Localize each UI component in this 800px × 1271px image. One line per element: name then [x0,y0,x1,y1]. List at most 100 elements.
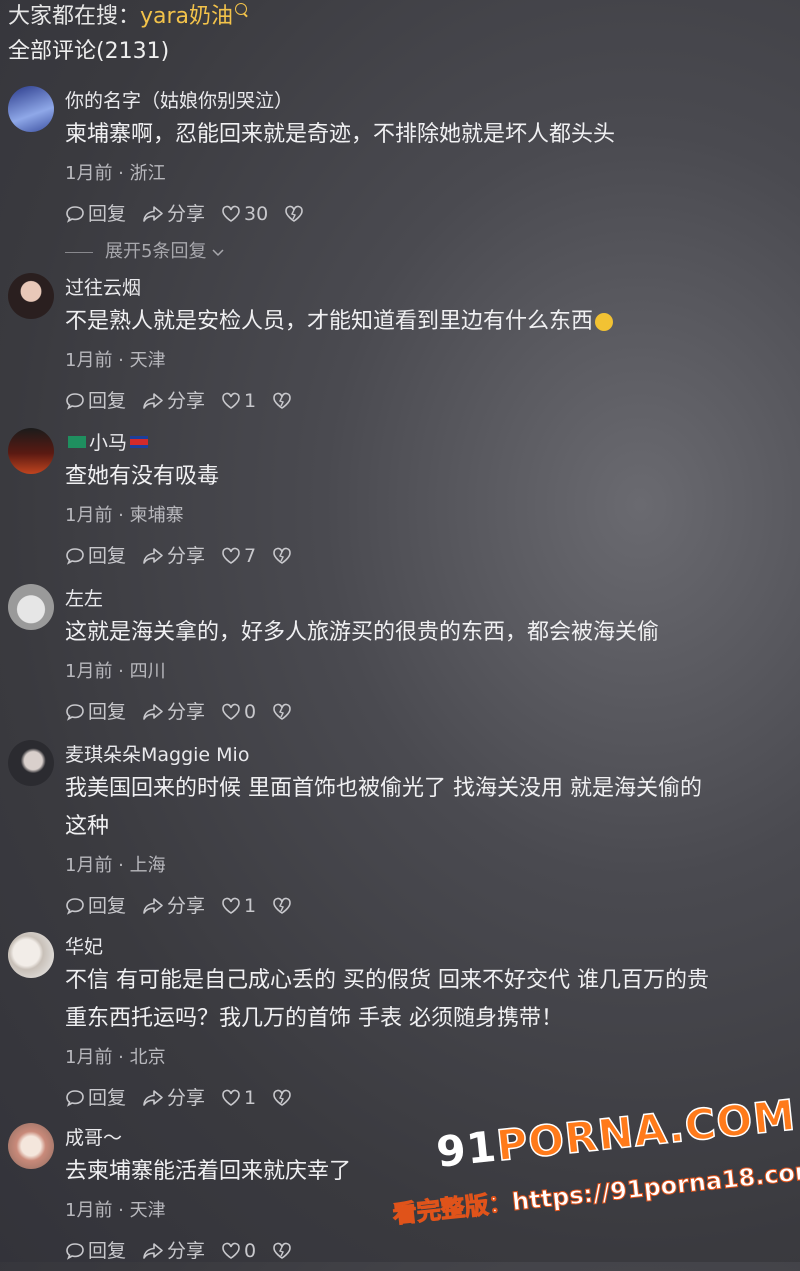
comment-username-text: 小马 [89,432,128,454]
cambodia-flag-icon [130,435,149,448]
comment-username[interactable]: 麦琪朵朵Maggie Mio [65,740,790,770]
comment-meta: 1月前 · 浙江 [65,163,166,184]
trending-search[interactable]: 大家都在搜：yara奶油 [8,0,792,34]
share-button[interactable]: 分享 [142,381,205,421]
avatar[interactable] [8,273,54,319]
comment-text-line: 这种 [65,814,110,839]
broken-heart-icon [273,1242,291,1259]
comment-text: 不信 有可能是自己成心丢的 买的假货 回来不好交代 谁几百万的贵 重东西托运吗？… [65,962,790,1038]
like-count: 7 [244,545,257,567]
comment-actions: 回复 分享 7 [65,536,790,576]
comment-meta: 1月前 · 四川 [65,661,166,682]
reply-label: 回复 [88,545,127,567]
share-label: 分享 [167,203,206,225]
reply-button[interactable]: 回复 [65,536,126,576]
like-count: 1 [244,1087,257,1109]
share-button[interactable]: 分享 [142,194,205,234]
heart-icon [222,1242,240,1259]
like-count: 30 [244,203,269,225]
comment-text: 不是熟人就是安检人员，才能知道看到里边有什么东西 [65,303,790,341]
chevron-down-icon [212,249,224,257]
dislike-button[interactable] [272,547,295,565]
broken-heart-icon [273,897,291,914]
reply-label: 回复 [88,701,127,723]
share-label: 分享 [167,545,206,567]
avatar[interactable] [8,584,54,630]
share-button[interactable]: 分享 [142,692,205,732]
reply-button[interactable]: 回复 [65,692,126,732]
reply-icon [66,1090,84,1107]
share-button[interactable]: 分享 [142,1078,205,1118]
comment-actions: 回复 分享 1 [65,381,790,421]
reply-label: 回复 [88,895,127,917]
search-icon[interactable] [235,3,248,15]
broken-heart-icon [273,1089,291,1106]
reply-button[interactable]: 回复 [65,886,126,926]
share-icon [143,1090,163,1106]
like-button[interactable]: 1 [221,381,256,421]
comment-text-content: 不是熟人就是安检人员，才能知道看到里边有什么东西 [65,309,594,334]
dislike-button[interactable] [272,897,295,915]
divider [65,251,93,253]
share-label: 分享 [167,1240,206,1262]
reply-icon [66,704,84,721]
like-button[interactable]: 0 [221,692,256,732]
trending-search-label: 大家都在搜： [8,4,141,29]
dislike-button[interactable] [272,1242,295,1260]
watermark-logo-prefix: 91 [434,1121,500,1177]
dislike-button[interactable] [284,205,307,223]
share-label: 分享 [167,701,206,723]
broken-heart-icon [273,392,291,409]
comment-text-line: 不信 有可能是自己成心丢的 买的假货 回来不好交代 谁几百万的贵 [65,968,709,993]
share-button[interactable]: 分享 [142,536,205,576]
avatar[interactable] [8,740,54,786]
broken-heart-icon [273,547,291,564]
reply-label: 回复 [88,1240,127,1262]
share-icon [143,206,163,222]
broken-heart-icon [285,205,304,222]
comment-actions: 回复 分享 30 [65,194,790,234]
like-button[interactable]: 1 [221,886,256,926]
like-button[interactable]: 30 [221,194,268,234]
heart-icon [222,897,240,914]
heart-icon [222,703,240,720]
share-label: 分享 [167,1087,206,1109]
reply-icon [66,1243,84,1260]
comment-username[interactable]: 左左 [65,584,790,614]
reply-label: 回复 [88,1087,127,1109]
dislike-button[interactable] [272,1089,295,1107]
comment-username[interactable]: 你的名字（姑娘你别哭泣） [65,86,790,116]
share-button[interactable]: 分享 [142,1231,205,1271]
avatar[interactable] [8,428,54,474]
share-label: 分享 [167,390,206,412]
expand-replies[interactable]: 展开5条回复 [65,234,790,270]
avatar[interactable] [8,1123,54,1169]
comment-username[interactable]: 过往云烟 [65,273,790,303]
comment-meta: 1月前 · 天津 [65,350,166,371]
broken-heart-icon [273,703,291,720]
comment-meta: 1月前 · 北京 [65,1047,166,1068]
dislike-button[interactable] [272,392,295,410]
avatar[interactable] [8,86,54,132]
like-button[interactable]: 0 [221,1231,256,1271]
macau-flag-icon [68,435,86,448]
reply-button[interactable]: 回复 [65,381,126,421]
dislike-button[interactable] [272,703,295,721]
comment-username[interactable]: 华妃 [65,932,790,962]
comment-text: 查她有没有吸毒 [65,464,220,489]
reply-button[interactable]: 回复 [65,1078,126,1118]
share-icon [143,704,163,720]
comment-text: 我美国回来的时候 里面首饰也被偷光了 找海关没用 就是海关偷的 这种 [65,770,790,846]
comments-header: 大家都在搜：yara奶油 全部评论(2131) [8,0,792,70]
reply-button[interactable]: 回复 [65,194,126,234]
avatar[interactable] [8,932,54,978]
reply-button[interactable]: 回复 [65,1231,126,1271]
comment-username[interactable]: 小马 [65,428,790,458]
like-button[interactable]: 1 [221,1078,256,1118]
comment-text-line: 我美国回来的时候 里面首饰也被偷光了 找海关没用 就是海关偷的 [65,776,702,801]
trending-search-keyword[interactable]: yara奶油 [140,4,233,29]
share-button[interactable]: 分享 [142,886,205,926]
like-count: 1 [244,895,257,917]
reply-label: 回复 [88,203,127,225]
like-button[interactable]: 7 [221,536,256,576]
